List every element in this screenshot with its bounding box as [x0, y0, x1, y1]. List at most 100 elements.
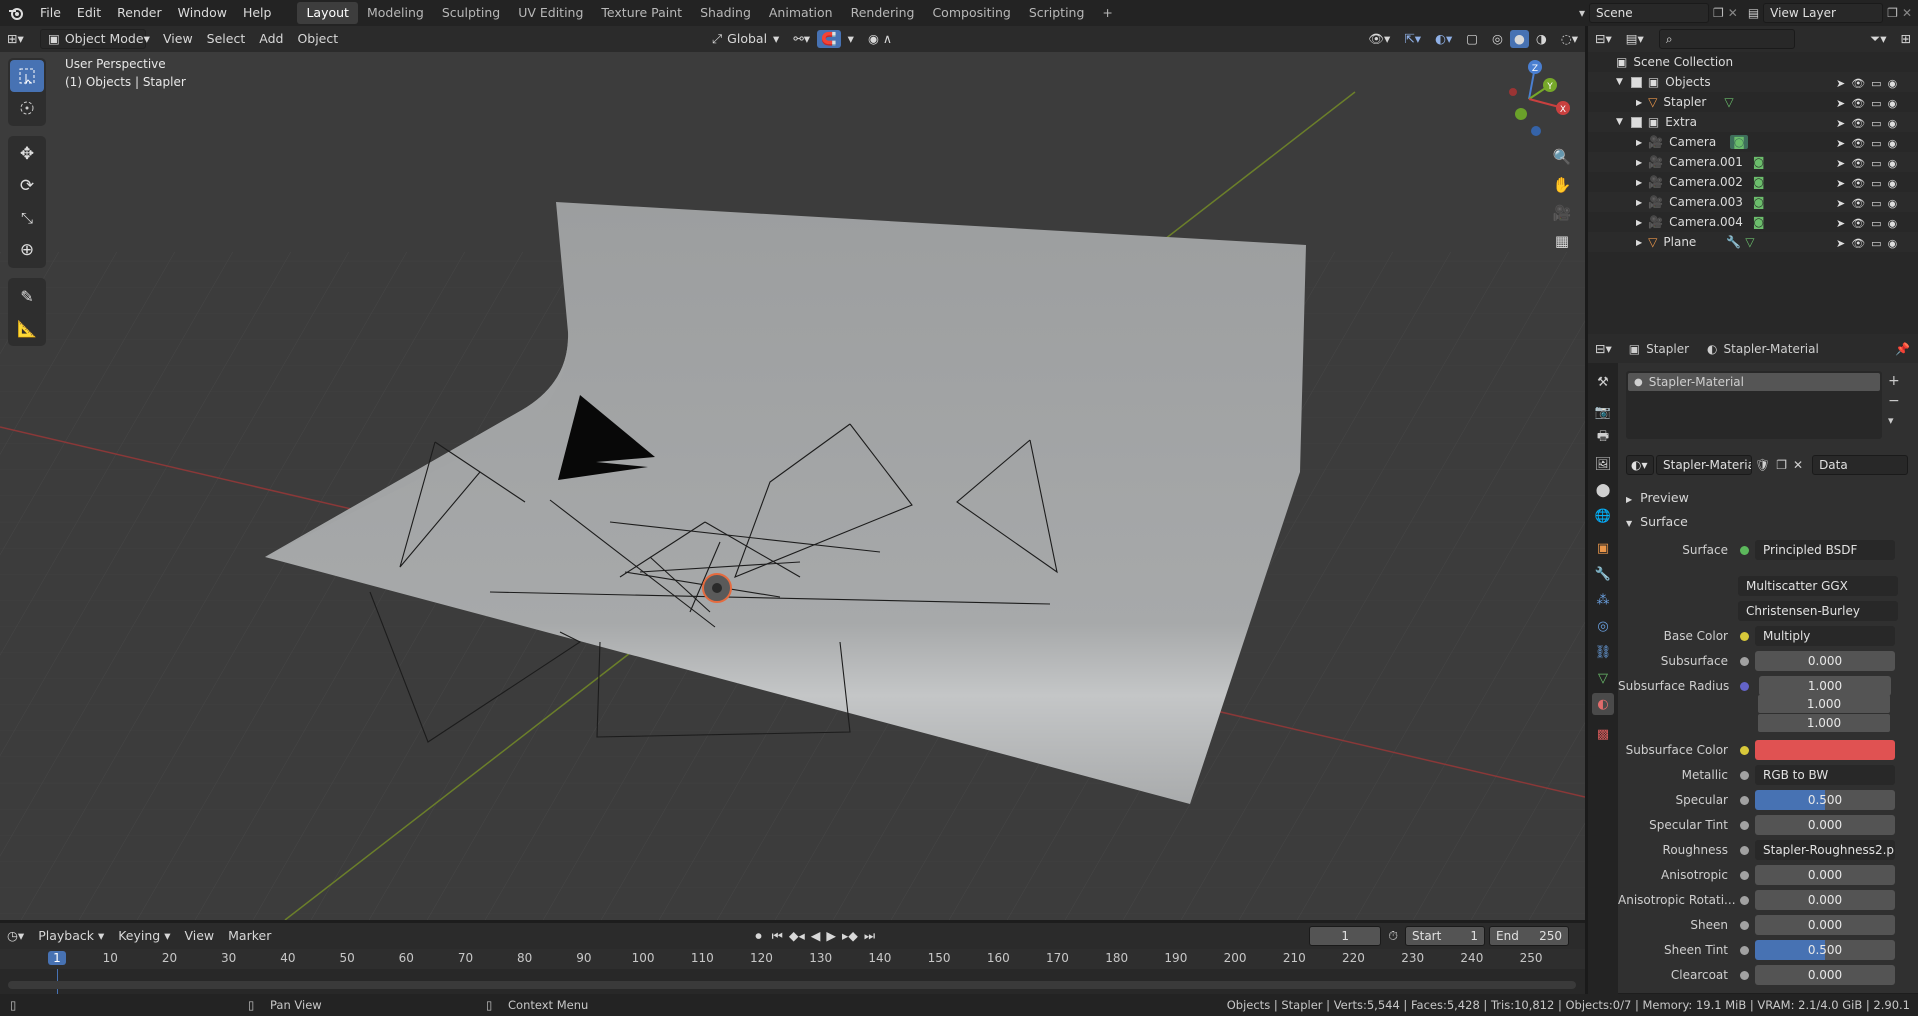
menu-edit[interactable]: Edit: [69, 0, 109, 26]
overlay-toggle-icon[interactable]: ◐▾: [1428, 28, 1459, 50]
output-tab-icon[interactable]: 🖶: [1592, 427, 1614, 449]
outliner-editor-type-icon[interactable]: ⊟▾: [1588, 28, 1619, 50]
rotate-tool-icon[interactable]: ⟳: [10, 170, 44, 202]
socket-vector-icon[interactable]: [1740, 681, 1749, 691]
workspace-tab-compositing[interactable]: Compositing: [923, 2, 1019, 24]
blender-logo-icon[interactable]: [0, 5, 32, 21]
socket-float-icon[interactable]: [1740, 795, 1749, 805]
properties-editor-type-icon[interactable]: ⊟▾: [1588, 338, 1619, 360]
slot-remove-button[interactable]: −: [1888, 391, 1900, 411]
socket-float-icon[interactable]: [1740, 870, 1749, 880]
socket-color-icon[interactable]: [1740, 745, 1749, 755]
material-tab-icon[interactable]: ◐: [1592, 693, 1614, 715]
modifier-tab-icon[interactable]: 🔧: [1592, 563, 1614, 585]
preview-panel-header[interactable]: ▶ Preview: [1626, 490, 1689, 505]
anisotropic-rotation-field[interactable]: 0.000: [1755, 890, 1895, 910]
subsurface-color-swatch[interactable]: [1755, 740, 1895, 760]
pan-hand-icon[interactable]: ✋: [1548, 171, 1576, 199]
view-layer-tab-icon[interactable]: 🖼: [1592, 453, 1614, 475]
expand-arrow-icon[interactable]: ▶: [1636, 178, 1642, 187]
workspace-tab-shading[interactable]: Shading: [691, 2, 760, 24]
material-shading-icon[interactable]: ◑: [1529, 28, 1554, 50]
menu-render[interactable]: Render: [109, 0, 170, 26]
view-layer-selector[interactable]: ▤ View Layer ❐ ✕: [1748, 3, 1912, 23]
zoom-icon[interactable]: 🔍: [1548, 143, 1576, 171]
proportional-edit-icon[interactable]: ◉ ∧: [861, 28, 899, 50]
link-dropdown[interactable]: Data: [1812, 455, 1909, 475]
xray-toggle-icon[interactable]: ▢: [1459, 28, 1485, 50]
play-icon[interactable]: ▶: [823, 925, 839, 947]
texture-tab-icon[interactable]: ▩: [1592, 723, 1614, 745]
workspace-tab-animation[interactable]: Animation: [760, 2, 842, 24]
jump-start-icon[interactable]: ⏮: [769, 925, 786, 947]
unlink-material-icon[interactable]: ✕: [1793, 458, 1803, 472]
mesh-data-icon[interactable]: ▽: [1745, 235, 1754, 249]
duplicate-material-icon[interactable]: ❐: [1776, 458, 1787, 472]
expand-arrow-icon[interactable]: ▶: [1636, 238, 1642, 247]
snap-target-icon[interactable]: ▾: [841, 28, 861, 50]
new-view-layer-icon[interactable]: ❐: [1887, 6, 1898, 20]
keying-menu[interactable]: Keying ▾: [111, 925, 177, 947]
expand-arrow-icon[interactable]: ▼: [1616, 117, 1623, 127]
workspace-tab-scripting[interactable]: Scripting: [1020, 2, 1094, 24]
expand-arrow-icon[interactable]: ▶: [1636, 138, 1642, 147]
socket-float-icon[interactable]: [1740, 770, 1749, 780]
solid-shading-icon[interactable]: ●: [1509, 30, 1529, 48]
slot-add-button[interactable]: +: [1888, 371, 1900, 391]
viewport-menu-object[interactable]: Object: [290, 28, 345, 50]
render-tab-icon[interactable]: 📷: [1592, 401, 1614, 423]
socket-float-icon[interactable]: [1740, 820, 1749, 830]
camera-view-icon[interactable]: 🎥: [1548, 199, 1576, 227]
playback-menu[interactable]: Playback ▾: [31, 925, 111, 947]
modifier-icon[interactable]: 🔧: [1726, 235, 1741, 249]
subsurface-field[interactable]: 0.000: [1755, 651, 1895, 671]
base-color-field[interactable]: Multiply: [1755, 626, 1895, 646]
socket-float-icon[interactable]: [1740, 845, 1749, 855]
surface-shader-field[interactable]: Principled BSDF: [1755, 540, 1895, 560]
camera-data-icon[interactable]: ◙: [1753, 175, 1765, 189]
3d-viewport[interactable]: User Perspective (1) Objects | Stapler ✥…: [0, 52, 1585, 920]
specular-slider[interactable]: 0.500: [1755, 790, 1895, 810]
cursor-tool-icon[interactable]: [10, 92, 44, 124]
subsurface-method-dropdown[interactable]: Christensen-Burley: [1738, 601, 1898, 621]
subsurface-radius-z-field[interactable]: 1.000: [1758, 714, 1890, 732]
move-tool-icon[interactable]: ✥: [10, 138, 44, 170]
expand-arrow-icon[interactable]: ▶: [1636, 218, 1642, 227]
filter-icon[interactable]: ⏷▾: [1863, 28, 1893, 50]
workspace-tab-layout[interactable]: Layout: [297, 2, 358, 24]
metallic-field[interactable]: RGB to BW: [1755, 765, 1895, 785]
display-mode-icon[interactable]: ▤▾: [1619, 28, 1651, 50]
socket-shader-icon[interactable]: [1740, 545, 1749, 555]
rendered-shading-icon[interactable]: ◌▾: [1554, 28, 1585, 50]
camera-data-icon[interactable]: ◙: [1730, 135, 1748, 149]
subsurface-radius-y-field[interactable]: 1.000: [1758, 695, 1890, 713]
pivot-point-icon[interactable]: ⚯▾: [786, 28, 817, 50]
snap-toggle-icon[interactable]: 🧲: [817, 30, 841, 48]
viewport-menu-view[interactable]: View: [156, 28, 200, 50]
outliner-search-input[interactable]: ⌕: [1658, 29, 1795, 49]
constraints-tab-icon[interactable]: ⛓: [1592, 641, 1614, 663]
delete-scene-icon[interactable]: ✕: [1728, 6, 1738, 20]
camera-data-icon[interactable]: ◙: [1753, 195, 1765, 209]
surface-panel-header[interactable]: ▼ Surface: [1626, 514, 1688, 529]
exclude-checkbox[interactable]: [1630, 116, 1642, 128]
scale-tool-icon[interactable]: ⤡: [10, 202, 44, 234]
object-tab-icon[interactable]: ▣: [1592, 537, 1614, 559]
material-name-field[interactable]: Stapler-Material: [1656, 455, 1752, 475]
subsurface-radius-x-field[interactable]: 1.000: [1759, 676, 1891, 696]
perspective-grid-icon[interactable]: ▦: [1548, 227, 1576, 255]
object-mode-dropdown[interactable]: ▣ Object Mode ▾: [40, 29, 150, 49]
material-slot-row[interactable]: ● Stapler-Material: [1628, 373, 1880, 391]
start-frame-field[interactable]: Start 1: [1405, 926, 1485, 946]
viewport-menu-select[interactable]: Select: [200, 28, 253, 50]
navigation-gizmo[interactable]: Z Y X: [1488, 57, 1570, 139]
physics-tab-icon[interactable]: ◎: [1592, 615, 1614, 637]
anisotropic-field[interactable]: 0.000: [1755, 865, 1895, 885]
camera-data-icon[interactable]: ◙: [1753, 155, 1765, 169]
measure-tool-icon[interactable]: 📐: [10, 312, 44, 344]
play-reverse-icon[interactable]: ◀: [808, 925, 824, 947]
gizmo-toggle-icon[interactable]: ⇱▾: [1397, 28, 1428, 50]
delete-view-layer-icon[interactable]: ✕: [1902, 6, 1912, 20]
material-slot-list[interactable]: ● Stapler-Material: [1626, 371, 1882, 439]
roughness-texture-field[interactable]: Stapler-Roughness2.png: [1755, 840, 1895, 860]
